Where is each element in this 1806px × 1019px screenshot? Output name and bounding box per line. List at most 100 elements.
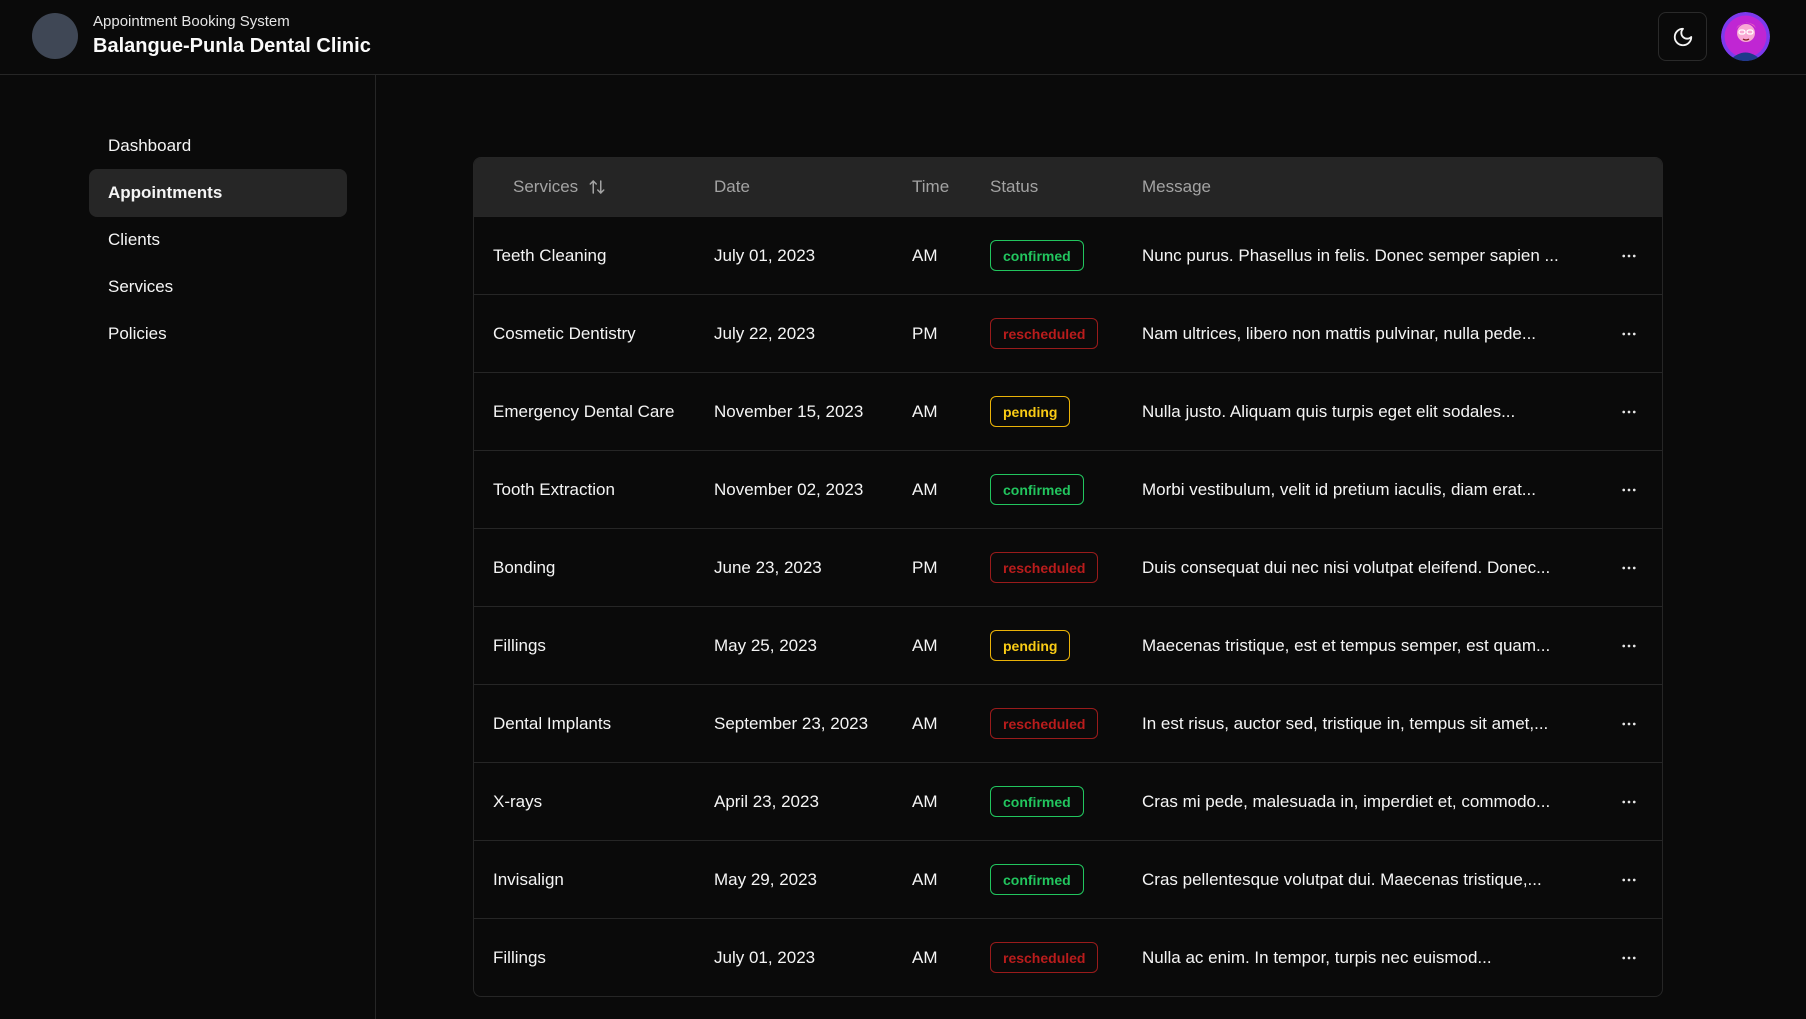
cell-date: July 22, 2023 [714,324,816,343]
theme-toggle-button[interactable] [1658,12,1707,61]
cell-date: September 23, 2023 [714,714,869,733]
cell-time: AM [912,402,938,421]
cell-date: June 23, 2023 [714,558,822,577]
cell-date: November 15, 2023 [714,402,864,421]
table-row[interactable]: Emergency Dental Care November 15, 2023 AM… [474,372,1662,450]
cell-service: Tooth Extraction [493,480,615,499]
cell-message: Nam ultrices, libero non mattis pulvinar… [1142,324,1537,343]
status-badge: rescheduled [990,942,1099,973]
cell-message: Cras pellentesque volutpat dui. Maecenas… [1142,870,1542,889]
row-actions-button[interactable] [1614,631,1644,661]
top-header: Appointment Booking System Balangue-Punl… [0,0,1806,75]
sidebar-item-appointments[interactable]: Appointments [89,169,347,217]
table-row[interactable]: Dental Implants September 23, 2023 AM resch… [474,684,1662,762]
cell-service: X-rays [493,792,543,811]
more-horizontal-icon [1620,793,1638,811]
user-avatar[interactable] [1721,12,1770,61]
cell-message: Morbi vestibulum, velit id pretium iacul… [1142,480,1536,499]
row-actions-button[interactable] [1614,319,1644,349]
sidebar-item-policies[interactable]: Policies [89,310,347,358]
status-badge: rescheduled [990,708,1099,739]
cell-time: AM [912,792,938,811]
status-badge: confirmed [990,474,1084,505]
cell-date: November 02, 2023 [714,480,864,499]
more-horizontal-icon [1620,949,1638,967]
more-horizontal-icon [1620,559,1638,577]
cell-service: Invisalign [493,870,564,889]
table-header: Services Date Time Status Message [474,158,1662,216]
more-horizontal-icon [1620,637,1638,655]
clinic-logo[interactable] [32,13,78,59]
row-actions-button[interactable] [1614,397,1644,427]
appointments-table: Services Date Time Status Message Teeth … [473,157,1663,997]
cell-service: Teeth Cleaning [493,246,607,265]
column-header-date: Date [714,177,750,196]
cell-message: Maecenas tristique, est et tempus semper… [1142,636,1551,655]
moon-icon [1673,27,1692,46]
table-row[interactable]: Fillings July 01, 2023 AM rescheduled Nulla … [474,918,1662,996]
more-horizontal-icon [1620,715,1638,733]
cell-date: May 25, 2023 [714,636,818,655]
sort-arrows-icon[interactable] [588,178,606,196]
column-label-services: Services [513,177,579,196]
row-actions-button[interactable] [1614,241,1644,271]
app-subtitle: Appointment Booking System [93,13,290,30]
cell-time: PM [912,558,938,577]
row-actions-button[interactable] [1614,475,1644,505]
cell-time: AM [912,480,938,499]
clinic-title: Balangue-Punla Dental Clinic [93,35,371,57]
cell-message: Duis consequat dui nec nisi volutpat ele… [1142,558,1551,577]
column-header-time: Time [912,177,950,196]
table-row[interactable]: Invisalign May 29, 2023 AM confirmed Cras pe… [474,840,1662,918]
status-badge: rescheduled [990,552,1099,583]
cell-time: AM [912,948,938,967]
row-actions-button[interactable] [1614,943,1644,973]
cell-date: July 01, 2023 [714,246,816,265]
cell-service: Bonding [493,558,556,577]
more-horizontal-icon [1620,403,1638,421]
more-horizontal-icon [1620,481,1638,499]
status-badge: rescheduled [990,318,1099,349]
cell-message: Nulla justo. Aliquam quis turpis eget el… [1142,402,1516,421]
status-badge: confirmed [990,864,1084,895]
status-badge: pending [990,630,1071,661]
row-actions-button[interactable] [1614,787,1644,817]
more-horizontal-icon [1620,247,1638,265]
table-row[interactable]: Fillings May 25, 2023 AM pending Maecenas tr… [474,606,1662,684]
column-header-status: Status [990,177,1039,196]
cell-time: AM [912,870,938,889]
table-row[interactable]: Tooth Extraction November 02, 2023 AM confi… [474,450,1662,528]
status-badge: pending [990,396,1071,427]
table-row[interactable]: X-rays April 23, 2023 AM confirmed Cras mi p… [474,762,1662,840]
cell-date: April 23, 2023 [714,792,819,811]
sidebar: Dashboard Appointments Clients Services … [0,75,376,1019]
row-actions-button[interactable] [1614,865,1644,895]
cell-time: AM [912,246,938,265]
more-horizontal-icon [1620,871,1638,889]
cell-time: AM [912,636,938,655]
status-badge: confirmed [990,786,1084,817]
table-row[interactable]: Teeth Cleaning July 01, 2023 AM confirmed Nu… [474,216,1662,294]
row-actions-button[interactable] [1614,709,1644,739]
cell-service: Fillings [493,636,546,655]
cell-date: July 01, 2023 [714,948,816,967]
table-row[interactable]: Bonding June 23, 2023 PM rescheduled Duis co… [474,528,1662,606]
cell-message: Nulla ac enim. In tempor, turpis nec eui… [1142,948,1492,967]
cell-date: May 29, 2023 [714,870,818,889]
column-header-services[interactable]: Services [513,158,606,216]
cell-service: Dental Implants [493,714,612,733]
table-row[interactable]: Cosmetic Dentistry July 22, 2023 PM resched… [474,294,1662,372]
cell-service: Fillings [493,948,546,967]
cell-message: Nunc purus. Phasellus in felis. Donec se… [1142,246,1559,265]
status-badge: confirmed [990,240,1084,271]
row-actions-button[interactable] [1614,553,1644,583]
sidebar-item-dashboard[interactable]: Dashboard [89,122,347,170]
cell-service: Cosmetic Dentistry [493,324,636,343]
more-horizontal-icon [1620,325,1638,343]
cell-message: In est risus, auctor sed, tristique in, … [1142,714,1549,733]
cell-service: Emergency Dental Care [493,402,675,421]
cell-time: PM [912,324,938,343]
cell-time: AM [912,714,938,733]
sidebar-item-services[interactable]: Services [89,263,347,311]
sidebar-item-clients[interactable]: Clients [89,216,347,264]
